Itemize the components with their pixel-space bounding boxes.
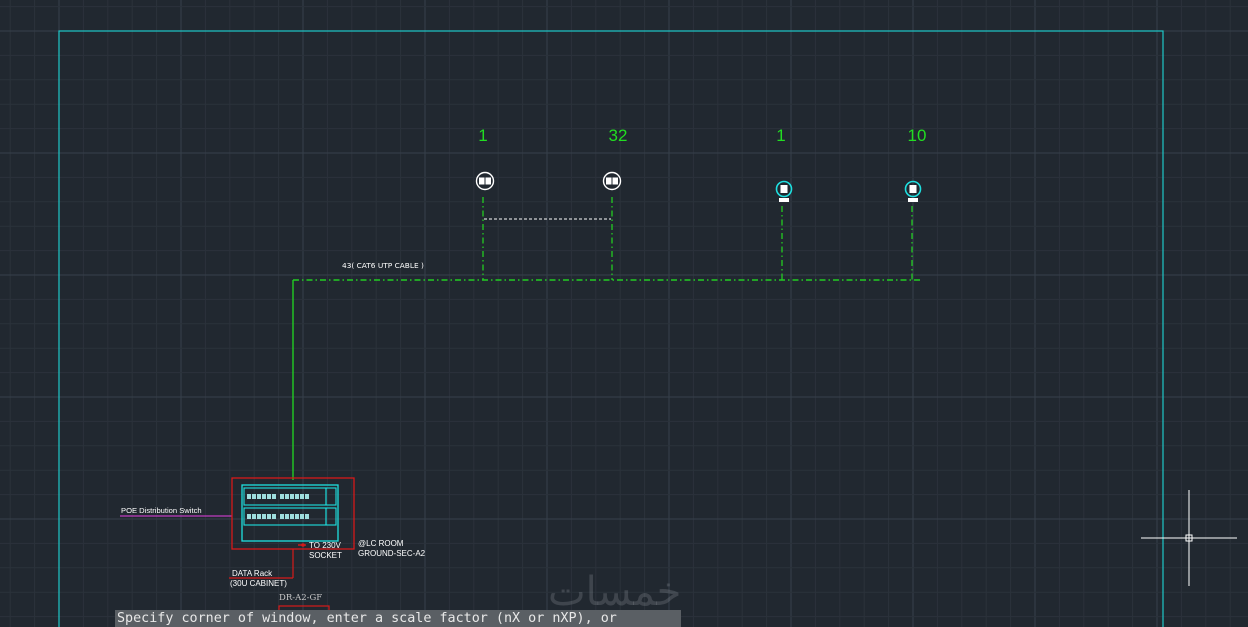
drawing-canvas[interactable]: 1 32 1 10 43( CAT6 UTP CABLE ) POE Distr <box>0 0 1248 627</box>
switch-port <box>290 514 294 519</box>
switch-port <box>262 494 266 499</box>
room-label-1: @LC ROOM <box>358 539 404 548</box>
camera-icon[interactable] <box>475 171 495 191</box>
data-rack[interactable] <box>231 477 355 550</box>
switch-port <box>300 494 304 499</box>
command-line[interactable]: Specify corner of window, enter a scale … <box>115 610 681 627</box>
count-label-3: 1 <box>776 126 785 145</box>
crosshair-cursor-icon <box>1141 490 1237 586</box>
switch-port <box>267 494 271 499</box>
switch-port <box>305 494 309 499</box>
switch-port <box>272 494 276 499</box>
room-label-2: GROUND-SEC-A2 <box>358 549 426 558</box>
poe-label: POE Distribution Switch <box>121 506 202 515</box>
switch-port <box>267 514 271 519</box>
rack-label-2: (30U CABINET) <box>230 579 287 588</box>
switch-ports <box>247 494 309 519</box>
socket-icon <box>301 543 305 547</box>
watermark: خمسات <box>548 569 682 615</box>
switch-port <box>290 494 294 499</box>
count-label-1: 1 <box>478 126 487 145</box>
switch-port <box>295 494 299 499</box>
socket-label-1: TO 230V <box>309 541 342 550</box>
switch-port <box>285 514 289 519</box>
switch-port <box>280 494 284 499</box>
switch-port <box>280 514 284 519</box>
camera-icon[interactable] <box>602 171 622 191</box>
switch-port <box>247 514 251 519</box>
switch-port <box>247 494 251 499</box>
model-space-grid <box>0 0 1248 627</box>
switch-port <box>272 514 276 519</box>
switch-port <box>252 514 256 519</box>
switch-port <box>305 514 309 519</box>
drawing-frame <box>58 30 1164 627</box>
switch-port <box>257 494 261 499</box>
access-point-icon[interactable] <box>775 180 793 203</box>
rack-code: DR-A2-GF <box>279 593 322 603</box>
socket-label-2: SOCKET <box>309 551 342 560</box>
count-label-4: 10 <box>908 126 927 145</box>
switch-port <box>252 494 256 499</box>
rack-label-1: DATA Rack <box>232 569 273 578</box>
cable-label: 43( CAT6 UTP CABLE ) <box>342 261 424 270</box>
switch-port <box>295 514 299 519</box>
switch-port <box>257 514 261 519</box>
switch-port <box>262 514 266 519</box>
switch-port <box>285 494 289 499</box>
switch-port <box>300 514 304 519</box>
count-label-2: 32 <box>609 126 628 145</box>
